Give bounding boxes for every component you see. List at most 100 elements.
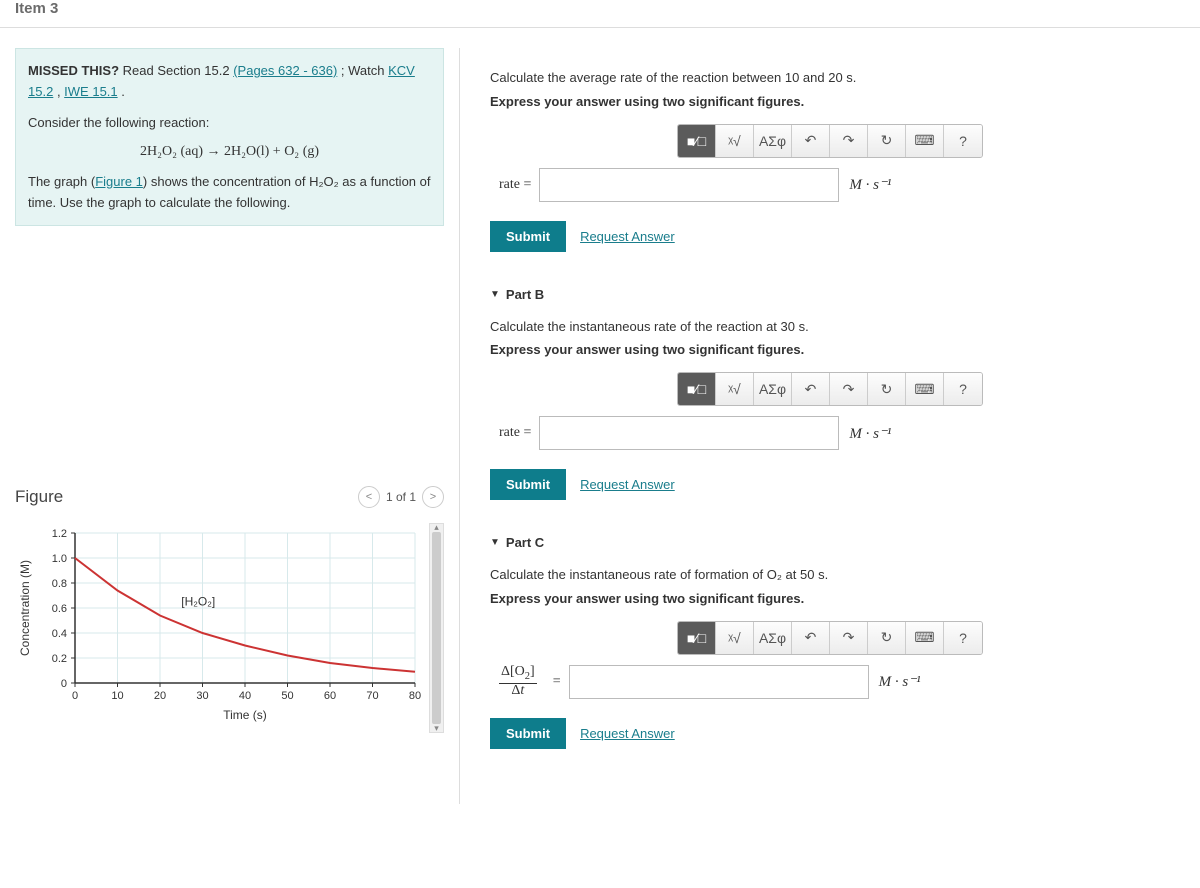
submit-button-a[interactable]: Submit — [490, 221, 566, 252]
undo-icon[interactable]: ↶ — [792, 125, 830, 157]
part-a-instruct: Express your answer using two significan… — [490, 94, 1170, 109]
svg-text:70: 70 — [366, 690, 378, 702]
help-icon[interactable]: ? — [944, 622, 982, 654]
part-a-input[interactable] — [539, 168, 839, 202]
part-b-label: rate = — [499, 425, 531, 441]
missed-text-4: . — [121, 84, 125, 99]
request-answer-link-b[interactable]: Request Answer — [580, 477, 675, 492]
caret-down-icon: ▼ — [490, 289, 500, 300]
concentration-chart: 0 10 20 30 40 50 60 70 80 0 0.2 0.4 0.6 0.8 1.0 1.2 [H₂O… — [15, 523, 421, 723]
equals-sign: = — [553, 674, 561, 690]
greek-icon[interactable]: ΑΣφ — [754, 125, 792, 157]
math-symbols-icon[interactable]: ᵡ√ — [716, 125, 754, 157]
part-c-label: Δ[O2] Δt — [499, 665, 537, 697]
scroll-thumb[interactable] — [432, 532, 441, 724]
svg-text:0.6: 0.6 — [52, 603, 67, 615]
part-c-title: Part C — [506, 535, 544, 550]
figure-prev-button[interactable]: < — [358, 486, 380, 508]
svg-text:80: 80 — [409, 690, 421, 702]
part-c-header[interactable]: ▼ Part C — [490, 535, 1170, 550]
part-a-section: Calculate the average rate of the reacti… — [490, 68, 1170, 252]
svg-text:0.8: 0.8 — [52, 578, 67, 590]
part-c-units: M · s⁻¹ — [879, 672, 921, 691]
scroll-down-icon: ▾ — [430, 723, 443, 734]
part-a-prompt: Calculate the average rate of the reacti… — [490, 68, 1170, 88]
redo-icon[interactable]: ↷ — [830, 622, 868, 654]
greek-icon[interactable]: ΑΣφ — [754, 373, 792, 405]
pages-link[interactable]: (Pages 632 - 636) — [233, 63, 337, 78]
part-b-instruct: Express your answer using two significan… — [490, 342, 1170, 357]
keyboard-icon[interactable]: ⌨ — [906, 622, 944, 654]
redo-icon[interactable]: ↷ — [830, 125, 868, 157]
greek-icon[interactable]: ΑΣφ — [754, 622, 792, 654]
svg-text:1.0: 1.0 — [52, 553, 67, 565]
part-a-label: rate = — [499, 177, 531, 193]
part-c-input[interactable] — [569, 665, 869, 699]
undo-icon[interactable]: ↶ — [792, 622, 830, 654]
divider — [0, 27, 1200, 28]
svg-text:30: 30 — [196, 690, 208, 702]
consider-text: Consider the following reaction: — [28, 113, 431, 134]
reset-icon[interactable]: ↻ — [868, 373, 906, 405]
part-c-instruct: Express your answer using two significan… — [490, 591, 1170, 606]
keyboard-icon[interactable]: ⌨ — [906, 125, 944, 157]
svg-text:10: 10 — [111, 690, 123, 702]
part-c-prompt: Calculate the instantaneous rate of form… — [490, 565, 1170, 585]
reset-icon[interactable]: ↻ — [868, 125, 906, 157]
svg-text:Time (s): Time (s) — [223, 708, 267, 722]
answer-toolbar-c: ■⁄□ ᵡ√ ΑΣφ ↶ ↷ ↻ ⌨ ? — [677, 621, 983, 655]
missed-text-2: ; Watch — [341, 63, 388, 78]
reset-icon[interactable]: ↻ — [868, 622, 906, 654]
answer-toolbar-b: ■⁄□ ᵡ√ ΑΣφ ↶ ↷ ↻ ⌨ ? — [677, 372, 983, 406]
svg-text:0.2: 0.2 — [52, 653, 67, 665]
part-b-units: M · s⁻¹ — [849, 424, 891, 443]
answer-toolbar-a: ■⁄□ ᵡ√ ΑΣφ ↶ ↷ ↻ ⌨ ? — [677, 124, 983, 158]
math-symbols-icon[interactable]: ᵡ√ — [716, 622, 754, 654]
figure-scrollbar[interactable]: ▴ ▾ — [429, 523, 444, 733]
missed-lead: MISSED THIS? — [28, 63, 119, 78]
missed-this-box: MISSED THIS? Read Section 15.2 (Pages 63… — [15, 48, 444, 226]
svg-text:0.4: 0.4 — [52, 628, 67, 640]
svg-text:0: 0 — [61, 678, 67, 690]
part-c-section: ▼ Part C Calculate the instantaneous rat… — [490, 535, 1170, 749]
undo-icon[interactable]: ↶ — [792, 373, 830, 405]
figure-1-link[interactable]: Figure 1 — [95, 174, 143, 189]
part-a-units: M · s⁻¹ — [849, 175, 891, 194]
templates-icon[interactable]: ■⁄□ — [678, 373, 716, 405]
caret-down-icon: ▼ — [490, 537, 500, 548]
figure-next-button[interactable]: > — [422, 486, 444, 508]
help-icon[interactable]: ? — [944, 125, 982, 157]
iwe-link[interactable]: IWE 15.1 — [64, 84, 117, 99]
submit-button-c[interactable]: Submit — [490, 718, 566, 749]
svg-text:0: 0 — [72, 690, 78, 702]
part-b-section: ▼ Part B Calculate the instantaneous rat… — [490, 287, 1170, 501]
svg-text:1.2: 1.2 — [52, 528, 67, 540]
svg-text:40: 40 — [239, 690, 251, 702]
part-b-title: Part B — [506, 287, 544, 302]
svg-text:Concentration (M): Concentration (M) — [18, 560, 32, 656]
help-icon[interactable]: ? — [944, 373, 982, 405]
right-column: Calculate the average rate of the reacti… — [460, 48, 1200, 804]
svg-text:[H₂O₂]: [H₂O₂] — [181, 595, 215, 609]
part-b-input[interactable] — [539, 416, 839, 450]
svg-text:20: 20 — [154, 690, 166, 702]
keyboard-icon[interactable]: ⌨ — [906, 373, 944, 405]
left-column: MISSED THIS? Read Section 15.2 (Pages 63… — [0, 48, 460, 804]
templates-icon[interactable]: ■⁄□ — [678, 125, 716, 157]
svg-text:60: 60 — [324, 690, 336, 702]
math-symbols-icon[interactable]: ᵡ√ — [716, 373, 754, 405]
figure-pager: 1 of 1 — [386, 490, 416, 504]
request-answer-link-c[interactable]: Request Answer — [580, 726, 675, 741]
figure-title: Figure — [15, 487, 63, 507]
graph-text-1: The graph ( — [28, 174, 95, 189]
templates-icon[interactable]: ■⁄□ — [678, 622, 716, 654]
missed-text-1: Read Section 15.2 — [123, 63, 234, 78]
request-answer-link-a[interactable]: Request Answer — [580, 229, 675, 244]
part-b-header[interactable]: ▼ Part B — [490, 287, 1170, 302]
reaction-equation: 2H₂O₂ (aq) → 2H₂O(l) + O₂ (g) — [28, 141, 431, 163]
submit-button-b[interactable]: Submit — [490, 469, 566, 500]
redo-icon[interactable]: ↷ — [830, 373, 868, 405]
item-title: Item 3 — [0, 0, 1200, 27]
svg-text:50: 50 — [281, 690, 293, 702]
part-b-prompt: Calculate the instantaneous rate of the … — [490, 317, 1170, 337]
